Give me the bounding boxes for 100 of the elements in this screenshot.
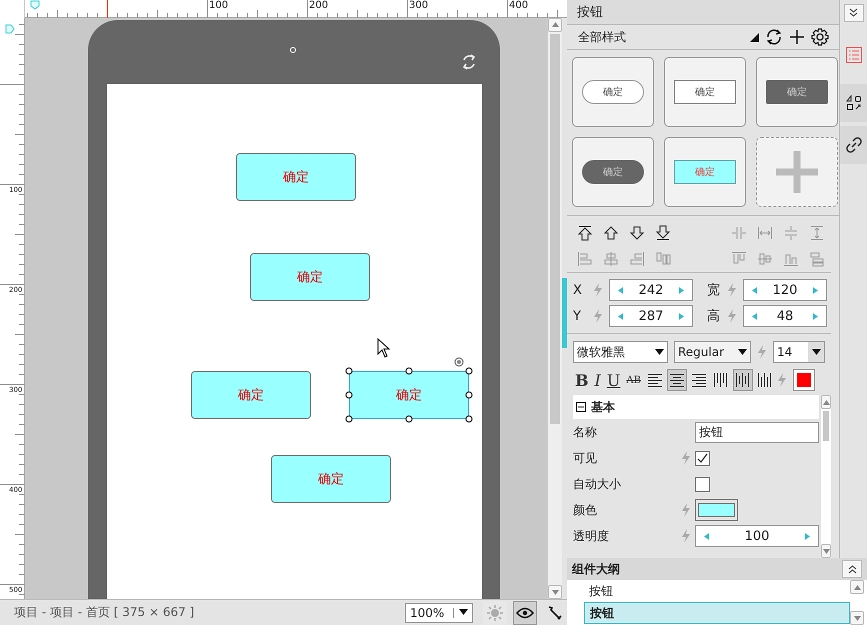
font-size-dropdown[interactable]: 14 — [773, 341, 825, 363]
lightning-icon[interactable] — [776, 373, 787, 387]
align-right-icon[interactable] — [629, 251, 645, 267]
ruler-marker-icon[interactable] — [5, 24, 15, 34]
property-label: 名称 — [573, 424, 598, 440]
add-style-tile[interactable] — [756, 137, 838, 207]
vertical-spacing-icon[interactable] — [809, 225, 825, 241]
style-tile[interactable]: 确定 — [756, 57, 838, 127]
style-tile[interactable]: 确定 — [664, 57, 746, 127]
font-family-dropdown[interactable]: 微软雅黑 — [573, 341, 668, 363]
distribute-rows-icon[interactable] — [809, 251, 825, 267]
field-label: X — [573, 282, 583, 298]
checkbox[interactable] — [695, 450, 710, 466]
collapse-icon[interactable] — [576, 402, 586, 412]
field-label: 宽 — [707, 282, 721, 299]
number-spinner[interactable]: 120 — [743, 279, 827, 301]
vertical-align-middle-button[interactable] — [732, 369, 753, 391]
bring-to-front-icon[interactable] — [577, 225, 593, 241]
lightning-icon[interactable] — [757, 345, 767, 359]
caret-icon[interactable] — [458, 608, 468, 614]
strike-button[interactable]: AB — [624, 369, 643, 391]
refresh-icon[interactable] — [765, 28, 783, 46]
collapse-outline-button[interactable] — [842, 560, 862, 578]
bring-forward-icon[interactable] — [603, 225, 619, 241]
collapse-panel-button[interactable] — [844, 4, 864, 22]
link-icon — [846, 137, 862, 153]
distribute-columns-icon[interactable] — [655, 251, 671, 267]
canvas-button[interactable]: 确定 — [236, 152, 356, 201]
add-icon[interactable] — [789, 29, 805, 45]
scroll-down-icon[interactable] — [822, 548, 830, 554]
dropdown-corner-icon[interactable] — [750, 32, 759, 42]
shapes-icon — [846, 95, 862, 111]
vertical-scrollbar[interactable] — [821, 395, 831, 558]
wrench-icon — [547, 604, 563, 620]
send-backward-icon[interactable] — [629, 225, 645, 241]
align-left-icon[interactable] — [577, 251, 593, 267]
eye-tool-button[interactable] — [513, 600, 537, 624]
name-input-field[interactable]: 按钮 — [695, 422, 819, 442]
scroll-up-icon[interactable] — [552, 22, 559, 28]
list-icon — [846, 47, 862, 63]
style-filter-dropdown[interactable]: 全部样式 — [578, 28, 744, 46]
caret-icon[interactable] — [812, 349, 820, 355]
mouse-cursor-icon — [376, 338, 391, 358]
align-middle-icon[interactable] — [757, 251, 773, 267]
number-spinner[interactable]: 48 — [743, 305, 827, 327]
number-spinner[interactable]: 100 — [695, 525, 819, 547]
checkbox[interactable] — [695, 476, 710, 492]
style-tile[interactable]: 确定 — [572, 137, 654, 207]
underline-button[interactable]: U — [604, 369, 622, 391]
scroll-thumb[interactable] — [550, 34, 560, 424]
lightning-icon[interactable] — [593, 309, 603, 323]
italic-button[interactable]: I — [592, 369, 603, 391]
scroll-down-icon[interactable] — [854, 616, 860, 620]
number-spinner[interactable]: 242 — [609, 279, 693, 301]
sun-tool-button[interactable] — [483, 600, 507, 624]
horizontal-spacing-icon[interactable] — [757, 225, 773, 241]
bold-button[interactable]: B — [573, 369, 591, 391]
outline-item[interactable]: 按钮 — [584, 602, 850, 624]
lightning-icon[interactable] — [593, 283, 603, 297]
align-center-icon[interactable] — [603, 251, 619, 267]
shapes-tab[interactable] — [840, 84, 867, 122]
caret-icon[interactable] — [654, 348, 664, 354]
canvas-button[interactable]: 确定 — [348, 370, 469, 419]
lightning-icon[interactable] — [681, 529, 691, 543]
send-to-back-icon[interactable] — [655, 225, 671, 241]
canvas-button[interactable]: 确定 — [250, 252, 370, 301]
lightning-icon[interactable] — [727, 283, 737, 297]
number-spinner[interactable]: 287 — [609, 305, 693, 327]
outline-item[interactable]: 按钮 — [584, 580, 850, 602]
distribute-horizontal-icon[interactable] — [731, 225, 747, 241]
button-style-sample: 确定 — [582, 80, 644, 104]
outline-scrollbar[interactable] — [850, 580, 864, 625]
canvas-button[interactable]: 确定 — [270, 454, 391, 503]
eye-icon — [516, 606, 534, 618]
font-style-dropdown[interactable]: Regular — [674, 341, 751, 363]
zoom-dropdown[interactable]: 100% — [405, 602, 473, 622]
scroll-up-icon[interactable] — [822, 400, 830, 404]
scroll-thumb[interactable] — [823, 411, 829, 441]
distribute-vertical-icon[interactable] — [783, 225, 799, 241]
text-color-picker[interactable] — [792, 369, 815, 391]
lightning-icon[interactable] — [681, 451, 691, 465]
scroll-down-icon[interactable] — [552, 590, 559, 595]
text-align-center-button[interactable] — [666, 369, 687, 391]
lightning-icon[interactable] — [727, 309, 737, 323]
rotation-handle-icon[interactable] — [454, 356, 464, 367]
style-tile[interactable]: 确定 — [572, 57, 654, 127]
canvas-button[interactable]: 确定 — [190, 370, 311, 419]
ruler-label: 200 — [309, 0, 328, 12]
button-style-sample: 确定 — [582, 160, 644, 184]
vertical-scrollbar[interactable] — [547, 18, 562, 600]
splitter-handle[interactable] — [562, 278, 567, 348]
settings-icon[interactable] — [811, 28, 829, 46]
fill-color-picker[interactable] — [695, 499, 738, 521]
double-chevron-up-icon — [848, 564, 856, 574]
property-label: 自动大小 — [573, 476, 622, 492]
lightning-icon[interactable] — [681, 503, 691, 517]
ruler-marker-icon[interactable] — [30, 0, 40, 10]
caret-icon[interactable] — [738, 348, 746, 354]
scroll-up-icon[interactable] — [854, 584, 860, 590]
link-tab[interactable] — [840, 126, 867, 164]
